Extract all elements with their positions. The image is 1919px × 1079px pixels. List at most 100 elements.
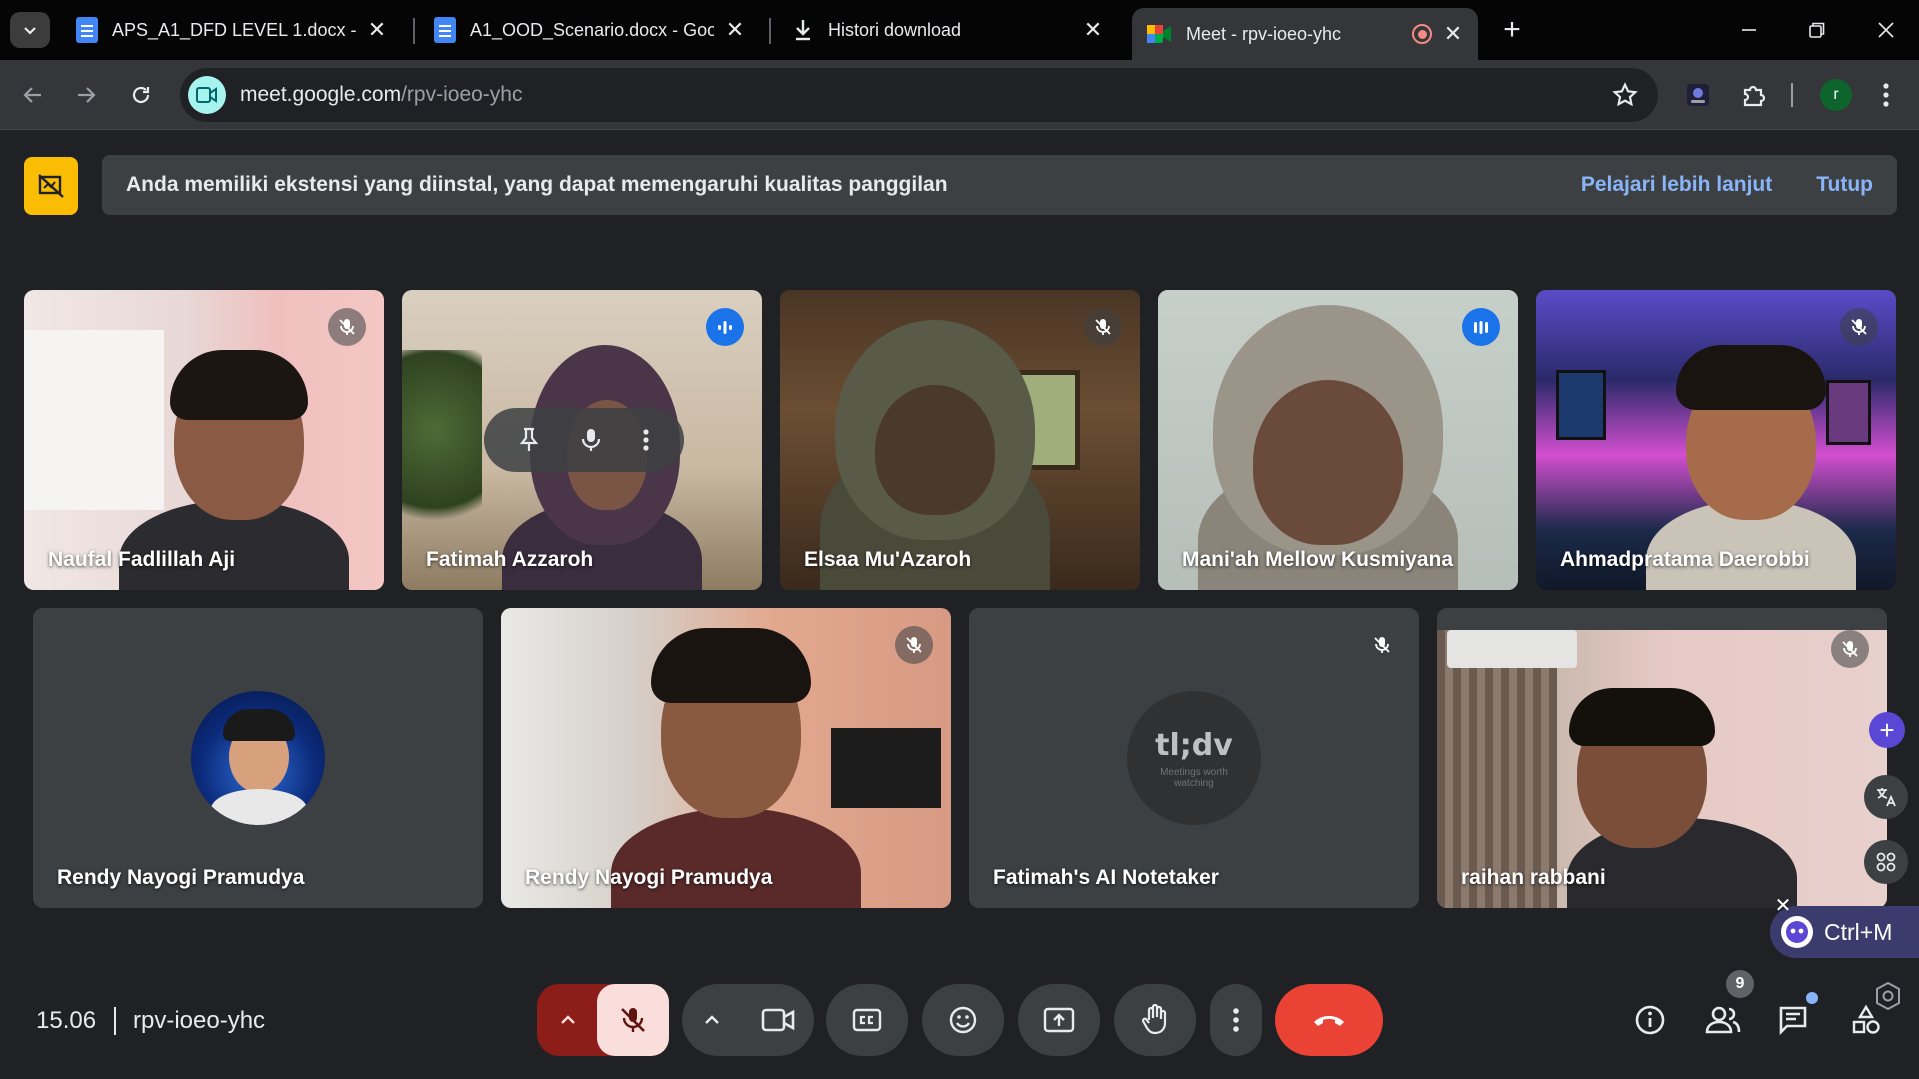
leave-call-button[interactable] <box>1275 984 1383 1056</box>
participant-tile[interactable]: Rendy Nayogi Pramudya <box>501 608 951 908</box>
participant-hair <box>170 350 308 420</box>
activities-button[interactable] <box>1836 990 1896 1050</box>
banner-close-button[interactable]: Tutup <box>1816 173 1873 197</box>
reactions-button[interactable] <box>922 984 1004 1056</box>
ac-unit-decor <box>1447 630 1577 668</box>
arrow-left-icon <box>23 87 41 103</box>
reload-button[interactable] <box>121 75 161 115</box>
more-vert-icon[interactable] <box>642 427 650 453</box>
meet-icon <box>1147 25 1171 43</box>
tab-title: Meet - rpv-ioeo-yhc <box>1186 23 1342 44</box>
reload-icon <box>132 86 150 104</box>
participant-name: Fatimah Azzaroh <box>426 548 594 571</box>
minimize-icon <box>1742 29 1756 31</box>
chat-notification-dot <box>1806 992 1818 1004</box>
mic-icon[interactable] <box>580 427 602 453</box>
close-icon[interactable]: ✕ <box>724 17 746 42</box>
participant-hair <box>1569 688 1715 746</box>
raise-hand-button[interactable] <box>1114 984 1196 1056</box>
puzzle-icon <box>1743 85 1766 107</box>
add-button[interactable]: + <box>1869 712 1905 748</box>
participant-name: Rendy Nayogi Pramudya <box>525 866 773 889</box>
close-icon[interactable]: ✕ <box>1442 21 1464 46</box>
captions-button[interactable] <box>826 984 908 1056</box>
people-button[interactable] <box>1693 990 1753 1050</box>
recording-icon <box>1412 24 1432 44</box>
info-icon <box>1635 1005 1665 1035</box>
participant-hair <box>1676 345 1826 410</box>
mic-options-button[interactable] <box>537 984 599 1056</box>
participant-name: raihan rabbani <box>1461 866 1606 889</box>
participant-name: Rendy Nayogi Pramudya <box>57 866 305 889</box>
participant-tile[interactable]: Naufal Fadlillah Aji <box>24 290 384 590</box>
more-options-button[interactable] <box>1210 984 1262 1056</box>
tldv-logo: tl;dv <box>1155 727 1233 763</box>
participant-tile[interactable]: raihan rabbani <box>1437 608 1887 908</box>
mic-off-icon <box>339 319 355 335</box>
camera-options-button[interactable] <box>692 1000 732 1040</box>
tab-docs-dfd[interactable]: APS_A1_DFD LEVEL 1.docx - Go ✕ <box>62 8 402 52</box>
extensions-button[interactable] <box>1735 77 1771 113</box>
learn-more-link[interactable]: Pelajari lebih lanjut <box>1581 173 1772 197</box>
browser-menu-button[interactable] <box>1868 77 1904 113</box>
participant-tile[interactable]: Elsaa Mu'Azaroh <box>780 290 1140 590</box>
mic-off-icon <box>1095 319 1111 335</box>
pin-icon[interactable] <box>518 427 540 453</box>
close-window-button[interactable] <box>1866 10 1906 50</box>
arrow-right-icon <box>78 87 96 103</box>
mic-toggle-button[interactable] <box>597 984 669 1056</box>
tldv-extension-icon <box>1687 84 1709 106</box>
bookmark-star-icon[interactable] <box>1612 82 1638 108</box>
participant-tile[interactable]: tl;dv Meetings worth watching Fatimah's … <box>969 608 1419 908</box>
muted-badge <box>1840 308 1878 346</box>
participant-tile[interactable]: Fatimah Azzaroh <box>402 290 762 590</box>
forward-button[interactable] <box>66 75 106 115</box>
back-button[interactable] <box>13 75 53 115</box>
translate-button[interactable] <box>1864 775 1908 819</box>
close-icon <box>1878 22 1894 38</box>
close-icon[interactable]: ✕ <box>1082 17 1104 42</box>
tab-docs-ood[interactable]: A1_OOD_Scenario.docx - Googl ✕ <box>420 8 760 52</box>
extension-tldv-button[interactable] <box>1680 77 1716 113</box>
new-tab-button[interactable]: + <box>1494 12 1530 48</box>
extension-warning-icon <box>24 157 78 215</box>
site-info-button[interactable] <box>188 76 226 114</box>
notetaker-avatar: tl;dv Meetings worth watching <box>1127 691 1261 825</box>
tldv-tagline: Meetings worth watching <box>1160 766 1228 789</box>
closed-captions-icon <box>852 1008 882 1032</box>
present-screen-button[interactable] <box>1018 984 1100 1056</box>
participant-avatar <box>191 691 325 825</box>
mic-off-icon <box>906 637 922 653</box>
tab-divider <box>769 18 771 44</box>
toolbar-divider <box>1791 83 1793 107</box>
emoji-icon <box>949 1006 977 1034</box>
mic-off-icon <box>1374 637 1390 653</box>
tab-meet[interactable]: Meet - rpv-ioeo-yhc ✕ <box>1132 8 1478 60</box>
tv-decor <box>831 728 941 808</box>
meeting-time: 15.06 <box>36 1007 97 1034</box>
tab-download-history[interactable]: Histori download ✕ <box>778 8 1118 52</box>
profile-avatar[interactable]: r <box>1820 79 1852 111</box>
apps-button[interactable] <box>1864 840 1908 884</box>
audio-level-icon <box>1474 321 1488 334</box>
participant-name: Elsaa Mu'Azaroh <box>804 548 972 571</box>
participant-name: Ahmadpratama Daerobbi <box>1560 548 1810 571</box>
minimize-button[interactable] <box>1729 10 1769 50</box>
participant-hair <box>651 628 811 703</box>
chevron-down-icon <box>24 27 36 35</box>
close-icon[interactable]: ✕ <box>1772 894 1794 917</box>
meeting-details-button[interactable] <box>1620 990 1680 1050</box>
tab-divider <box>413 18 415 44</box>
people-icon <box>1705 1006 1741 1034</box>
url-host: meet.google.com <box>240 83 402 106</box>
participant-tile[interactable]: Rendy Nayogi Pramudya <box>33 608 483 908</box>
avatar-hair <box>223 709 295 741</box>
address-bar[interactable]: meet.google.com/rpv-ioeo-yhc <box>180 68 1658 122</box>
participant-face <box>1253 380 1403 545</box>
camera-toggle-button[interactable] <box>742 984 814 1056</box>
participant-tile-active[interactable]: Mani'ah Mellow Kusmiyana <box>1158 290 1518 590</box>
tab-search-button[interactable] <box>10 12 50 48</box>
close-icon[interactable]: ✕ <box>366 17 388 42</box>
participant-tile[interactable]: Ahmadpratama Daerobbi <box>1536 290 1896 590</box>
restore-button[interactable] <box>1797 10 1837 50</box>
